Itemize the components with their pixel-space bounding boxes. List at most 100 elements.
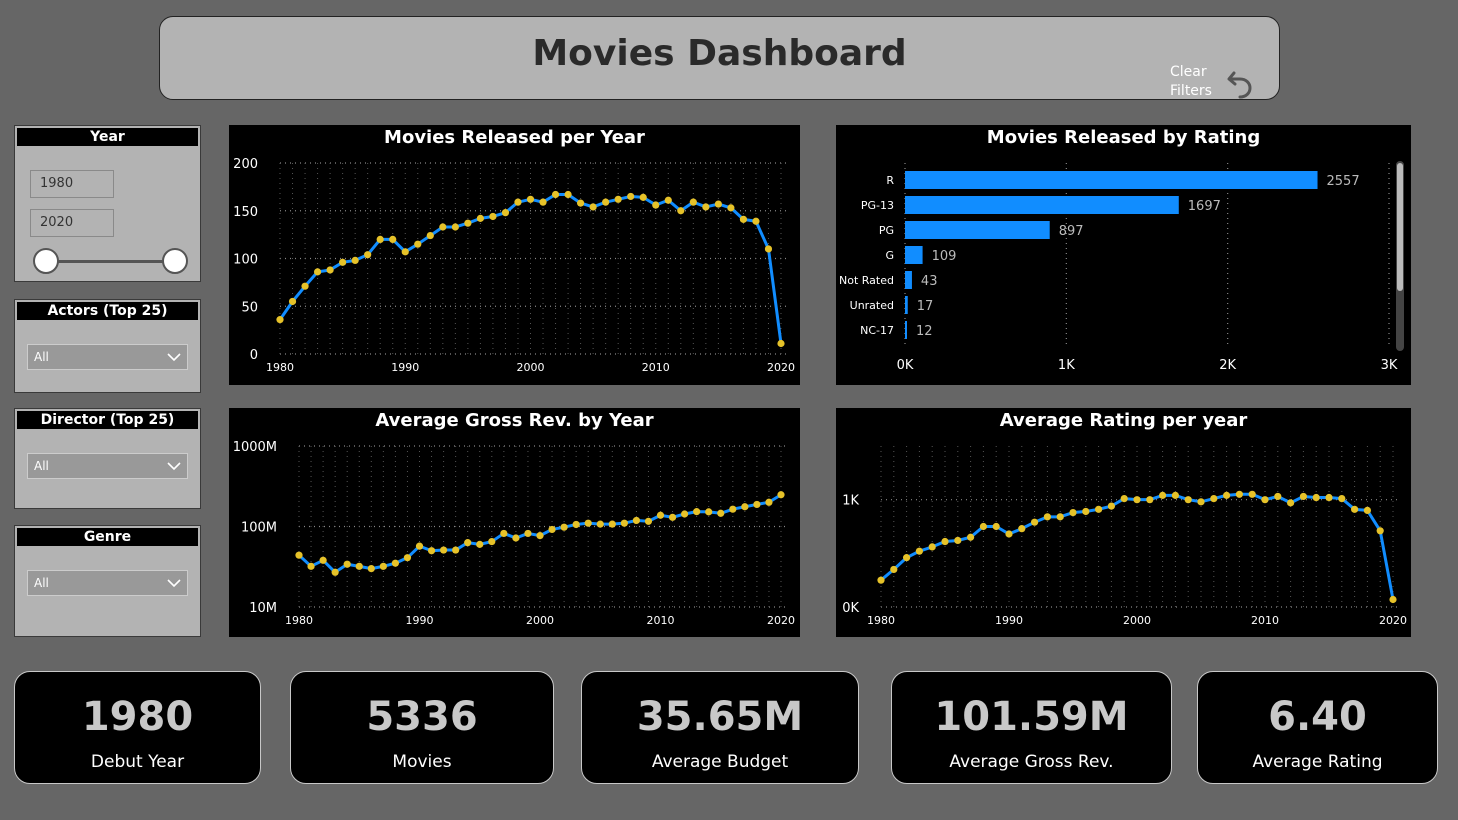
data-point [389,235,397,243]
data-point [536,532,544,540]
data-point [765,498,773,506]
data-point [295,551,303,559]
director-dropdown-value: All [34,459,49,473]
kpi-label: Debut Year [90,752,185,772]
data-point [415,542,424,550]
data-point [476,214,484,222]
data-point [1018,525,1026,533]
clear-filters-button[interactable]: Clear Filters [1166,63,1276,99]
data-point [903,554,911,562]
year-slicer: Year 1980 2020 [14,125,201,282]
bar [905,171,1318,189]
data-point [1043,513,1051,521]
data-point [1171,491,1179,499]
kpi-label: Movies [392,752,452,772]
data-point [1363,506,1371,514]
data-point [764,245,773,253]
data-point [326,266,334,274]
x-tick-label: 2000 [526,614,554,627]
series-line [278,193,783,344]
data-point [777,339,785,348]
year-to-input[interactable]: 2020 [30,209,114,237]
bar [905,296,908,314]
data-label: 109 [932,249,957,264]
data-point [1338,494,1346,503]
data-point [702,203,710,211]
data-point [376,235,384,243]
y-tick-label: 100 [233,253,258,268]
x-tick-label: 2010 [647,614,675,627]
genre-dropdown[interactable]: All [27,570,188,596]
data-point [584,519,592,527]
data-point [1056,513,1064,521]
data-point [476,540,484,548]
data-point [705,508,713,516]
actors-dropdown-value: All [34,350,49,364]
kpi-value: 5336 [366,694,478,740]
chevron-down-icon [167,462,181,471]
category-label: NC-17 [860,324,894,337]
page-title: Movies Dashboard [532,33,907,74]
x-tick-label: 2000 [1123,614,1151,627]
director-slicer: Director (Top 25) All [14,408,201,509]
data-point [1261,496,1269,504]
director-dropdown[interactable]: All [27,453,188,479]
scrollbar-thumb [1397,163,1403,291]
data-point [489,212,497,221]
kpi-label: Average Rating [1252,752,1383,772]
category-label: G [885,249,894,262]
genre-slicer-title: Genre [15,526,200,546]
data-point [1095,505,1103,513]
data-point [1325,493,1333,502]
kpi-average-rating-card: 6.40 Average Rating [1197,671,1438,784]
data-point [777,491,785,499]
data-point [403,554,412,562]
x-tick-label: 0K [897,358,914,373]
data-point [979,522,987,531]
released-per-year-chart[interactable]: 0 50 100 150 200 1980 1990 2000 2010 2020 [229,125,800,385]
data-point [439,223,447,231]
data-point [572,520,580,529]
avg-rating-per-year-chart[interactable]: 0K 1K 1980 1990 2000 2010 2020 [836,408,1411,637]
genre-dropdown-value: All [34,576,49,590]
x-tick-label: 1980 [266,361,294,374]
category-label: Unrated [850,299,894,312]
chevron-down-icon [167,353,181,362]
category-label: R [886,174,894,187]
data-point [639,193,647,201]
data-point [1376,527,1384,535]
year-slider-end-handle[interactable] [162,248,188,274]
actors-dropdown[interactable]: All [27,344,188,370]
data-point [560,523,568,531]
x-tick-label: 2010 [642,361,670,374]
kpi-label: Average Budget [651,752,789,772]
actors-slicer: Actors (Top 25) All [14,299,201,393]
data-point [367,564,375,573]
data-point [596,520,604,528]
data-point [1107,502,1115,510]
data-point [652,201,660,209]
released-by-rating-chart[interactable]: 0K 1K 2K 3K R 2557 PG-13 1697 PG 897 G 109 Not Rated… [836,125,1411,385]
x-tick-label: 1990 [391,361,419,374]
data-point [1005,530,1013,538]
kpi-average-gross-card: 101.59M Average Gross Rev. [891,671,1172,784]
data-point [729,505,737,513]
data-point [752,217,760,225]
avg-gross-by-year-chart[interactable]: 10M 100M 1000M 1980 1990 2000 2010 2020 [229,408,800,637]
clear-filters-label: Clear Filters [1170,64,1212,99]
data-point [343,560,351,568]
data-point [488,537,496,546]
data-point [608,520,616,528]
data-point [577,199,585,207]
data-point [1069,508,1077,517]
data-point [714,200,722,208]
data-point [526,195,535,203]
x-tick-label: 2020 [1379,614,1407,627]
year-from-input[interactable]: 1980 [30,170,114,198]
data-point [391,559,399,567]
data-point [627,192,635,201]
x-tick-label: 2K [1219,358,1236,373]
year-slider-track[interactable] [47,260,177,263]
data-point [753,500,761,509]
year-slider-start-handle[interactable] [33,248,59,274]
